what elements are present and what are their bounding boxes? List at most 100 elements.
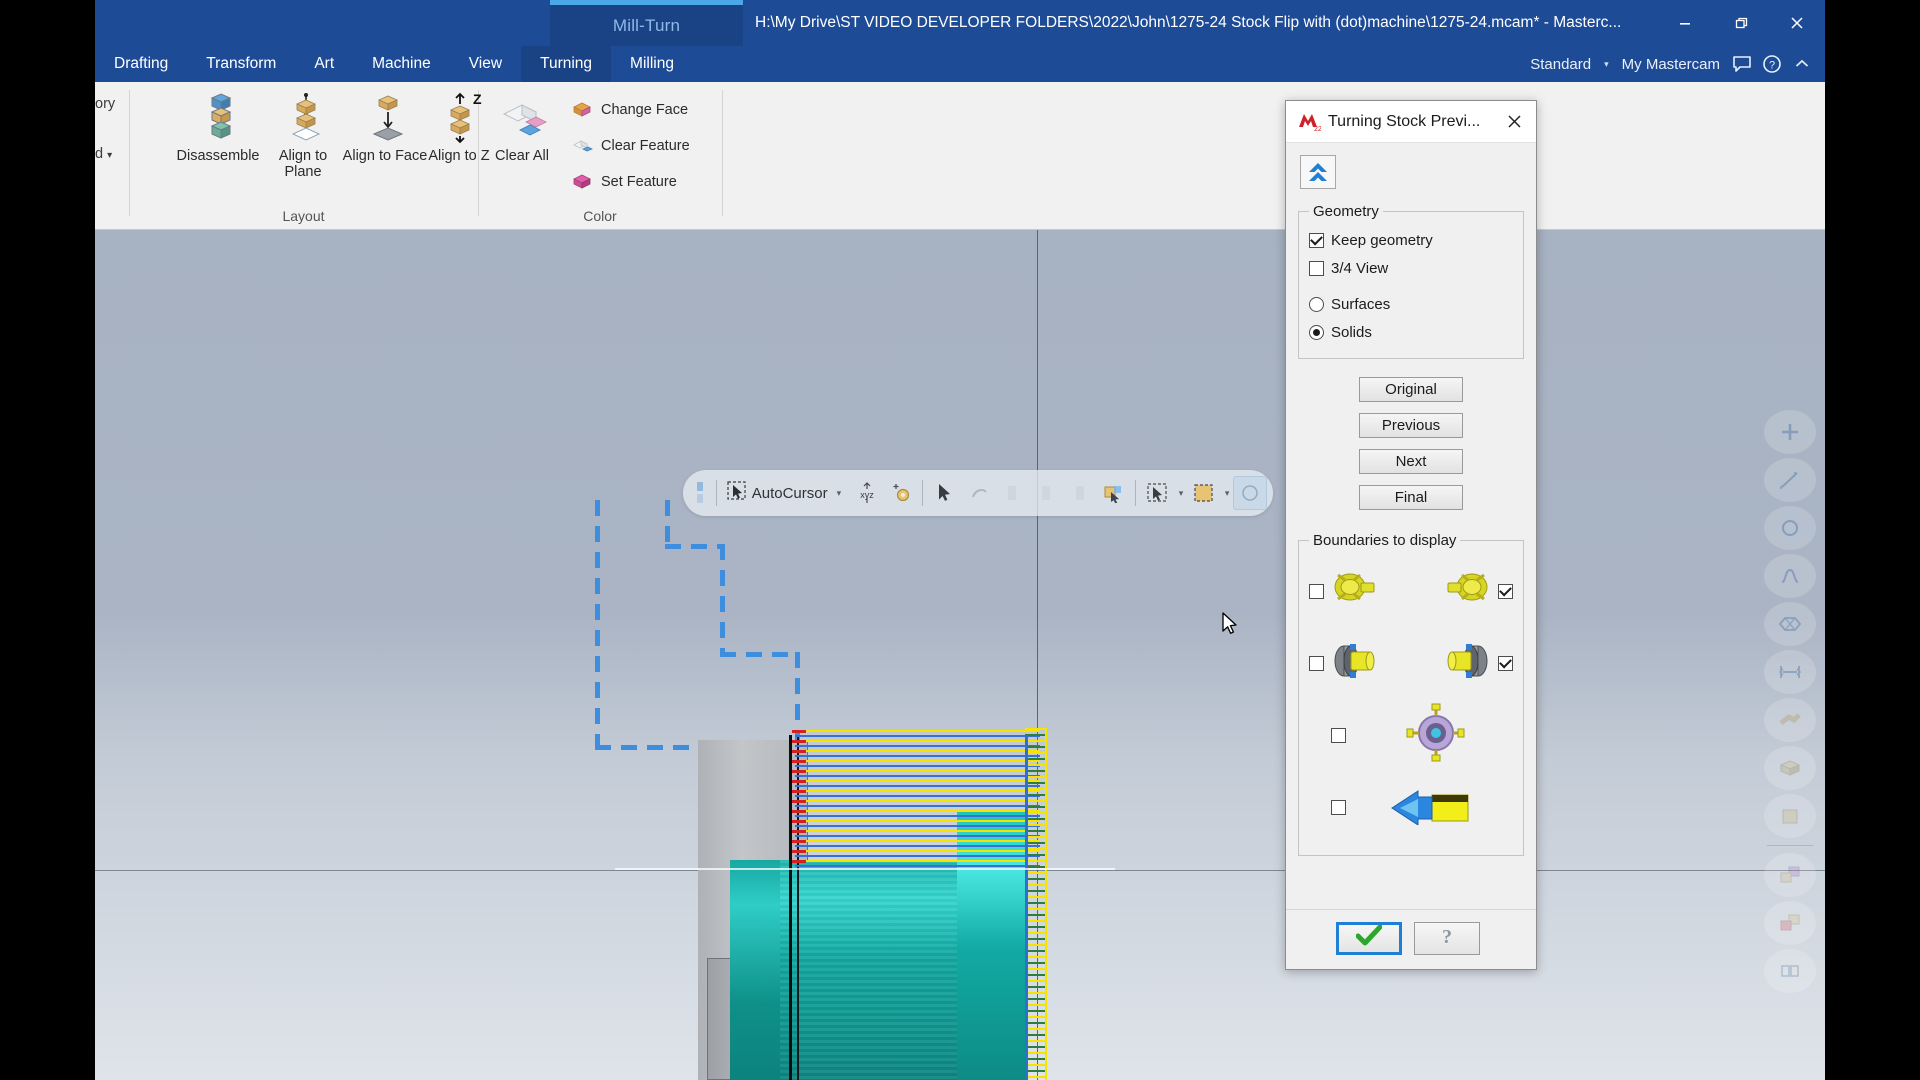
autocursor-toolbar[interactable]: AutoCursor ▾ xyz: [683, 470, 1273, 516]
clear-feature-button[interactable]: Clear Feature: [570, 132, 690, 160]
selection-style-button[interactable]: [1187, 476, 1221, 510]
stock-right-checkbox[interactable]: [1498, 584, 1513, 599]
tab-art[interactable]: Art: [295, 46, 353, 82]
navigation-buttons: Original Previous Next Final: [1298, 377, 1524, 510]
surfaces-radio[interactable]: [1309, 297, 1324, 312]
stock-yellow-right-icon[interactable]: [1444, 567, 1492, 616]
autocursor-settings-button[interactable]: [884, 476, 918, 510]
minimize-button[interactable]: [1657, 0, 1713, 46]
tailstock-checkbox[interactable]: [1331, 800, 1346, 815]
tab-machine[interactable]: Machine: [353, 46, 450, 82]
tab-transform[interactable]: Transform: [187, 46, 295, 82]
ribbon-group-color: Clear All Change Face: [478, 82, 722, 230]
three-quarter-view-row[interactable]: 3/4 View: [1309, 254, 1513, 282]
keep-geometry-row[interactable]: Keep geometry: [1309, 226, 1513, 254]
graphics-viewport[interactable]: AutoCursor ▾ xyz: [95, 230, 1825, 1080]
unselect-button-1[interactable]: [962, 476, 996, 510]
disassemble-button[interactable]: Disassemble: [184, 90, 258, 190]
original-button[interactable]: Original: [1359, 377, 1463, 402]
stock-left-checkbox[interactable]: [1309, 584, 1324, 599]
align-to-face-button[interactable]: Align to Face: [351, 90, 425, 190]
analyze-button[interactable]: [1233, 476, 1267, 510]
surface-filter-icon[interactable]: [1764, 602, 1816, 646]
arc-filter-icon[interactable]: [1764, 506, 1816, 550]
tab-drafting[interactable]: Drafting: [95, 46, 187, 82]
chevron-down-icon[interactable]: ▾: [1598, 59, 1615, 70]
close-icon[interactable]: [1498, 107, 1530, 137]
boundary-chuck-right[interactable]: [1444, 640, 1513, 687]
keep-geometry-checkbox[interactable]: [1309, 233, 1324, 248]
tailstock-arrow-icon[interactable]: [1388, 785, 1470, 830]
color-filter-icon[interactable]: [1764, 901, 1816, 945]
ribbon-tab-strip: Drafting Transform Art Machine View Turn…: [95, 46, 1825, 82]
clear-all-button[interactable]: Clear All: [488, 90, 562, 190]
machine-group-tab-mill-turn[interactable]: Mill-Turn: [550, 5, 743, 46]
tab-turning[interactable]: Turning: [521, 46, 611, 82]
help-button[interactable]: ?: [1414, 922, 1480, 955]
dimension-filter-icon[interactable]: [1764, 650, 1816, 694]
stock-yellow-left-icon[interactable]: [1330, 567, 1378, 616]
solids-row[interactable]: Solids: [1309, 318, 1513, 346]
stock-boundary-step-h1: [665, 544, 725, 549]
boundary-stock-left[interactable]: [1309, 567, 1378, 616]
chuck-yellow-left-icon[interactable]: [1330, 640, 1378, 687]
steady-rest-checkbox[interactable]: [1331, 728, 1346, 743]
autocursor-caret-icon[interactable]: ▾: [833, 488, 846, 499]
previous-button[interactable]: Previous: [1359, 413, 1463, 438]
double-up-arrow-icon[interactable]: [1300, 155, 1336, 189]
restore-button[interactable]: [1713, 0, 1769, 46]
surfaces-row[interactable]: Surfaces: [1309, 290, 1513, 318]
solid-body-filter-icon[interactable]: [1764, 794, 1816, 838]
toolbar-divider-2: [922, 480, 923, 506]
chuck-right-checkbox[interactable]: [1498, 656, 1513, 671]
next-button[interactable]: Next: [1359, 449, 1463, 474]
change-face-button[interactable]: Change Face: [570, 96, 688, 124]
boundary-stock-right[interactable]: [1444, 567, 1513, 616]
boundary-chuck-left[interactable]: [1309, 640, 1378, 687]
chat-icon[interactable]: [1727, 55, 1757, 73]
solids-radio[interactable]: [1309, 325, 1324, 340]
group-filter-icon[interactable]: [1764, 949, 1816, 993]
unselect-button-2[interactable]: [996, 476, 1030, 510]
selection-style-caret-icon[interactable]: ▾: [1221, 488, 1234, 499]
toolbar-grip-icon[interactable]: [689, 478, 711, 508]
autocursor-icon: [727, 481, 747, 506]
select-pointer-button[interactable]: [928, 476, 962, 510]
clipped-caret-icon[interactable]: ▾: [107, 150, 112, 161]
close-button[interactable]: [1769, 0, 1825, 46]
toolbar-divider-1: [716, 480, 717, 506]
mesh-filter-icon[interactable]: [1764, 698, 1816, 742]
level-filter-icon[interactable]: [1764, 853, 1816, 897]
selection-filter-toolbar[interactable]: [1755, 410, 1825, 993]
three-quarter-view-checkbox[interactable]: [1309, 261, 1324, 276]
help-icon[interactable]: ?: [1757, 54, 1787, 74]
turning-stock-preview-dialog[interactable]: 22 Turning Stock Previ... Geometry: [1285, 100, 1537, 970]
collapse-ribbon-icon[interactable]: [1787, 59, 1817, 69]
select-marquee-button[interactable]: [1141, 476, 1175, 510]
viewport-center-line: [615, 868, 1115, 870]
line-filter-icon[interactable]: [1764, 458, 1816, 502]
autocursor-mode-button[interactable]: AutoCursor ▾: [722, 476, 850, 510]
workspace-selector[interactable]: Standard: [1523, 56, 1598, 73]
chuck-left-checkbox[interactable]: [1309, 656, 1324, 671]
align-to-plane-button[interactable]: Align to Plane: [269, 90, 343, 190]
chuck-yellow-right-icon[interactable]: [1444, 640, 1492, 687]
unselect-button-3[interactable]: [1029, 476, 1063, 510]
tab-view[interactable]: View: [450, 46, 521, 82]
point-filter-icon[interactable]: [1764, 410, 1816, 454]
select-all-button[interactable]: [1097, 476, 1131, 510]
ok-button[interactable]: [1336, 922, 1402, 955]
xyz-entry-button[interactable]: xyz: [850, 476, 884, 510]
solid-filter-icon[interactable]: [1764, 746, 1816, 790]
spline-filter-icon[interactable]: [1764, 554, 1816, 598]
select-marquee-caret-icon[interactable]: ▾: [1175, 488, 1188, 499]
my-mastercam-link[interactable]: My Mastercam: [1615, 56, 1727, 73]
unselect-button-4[interactable]: [1063, 476, 1097, 510]
steady-rest-icon[interactable]: [1406, 703, 1466, 768]
final-button[interactable]: Final: [1359, 485, 1463, 510]
green-check-icon: [1356, 925, 1382, 952]
toolpath-stock-envelope: [1033, 728, 1047, 1080]
toolpath-entry-moves: [792, 730, 806, 868]
set-feature-button[interactable]: Set Feature: [570, 168, 677, 196]
tab-milling[interactable]: Milling: [611, 46, 693, 82]
